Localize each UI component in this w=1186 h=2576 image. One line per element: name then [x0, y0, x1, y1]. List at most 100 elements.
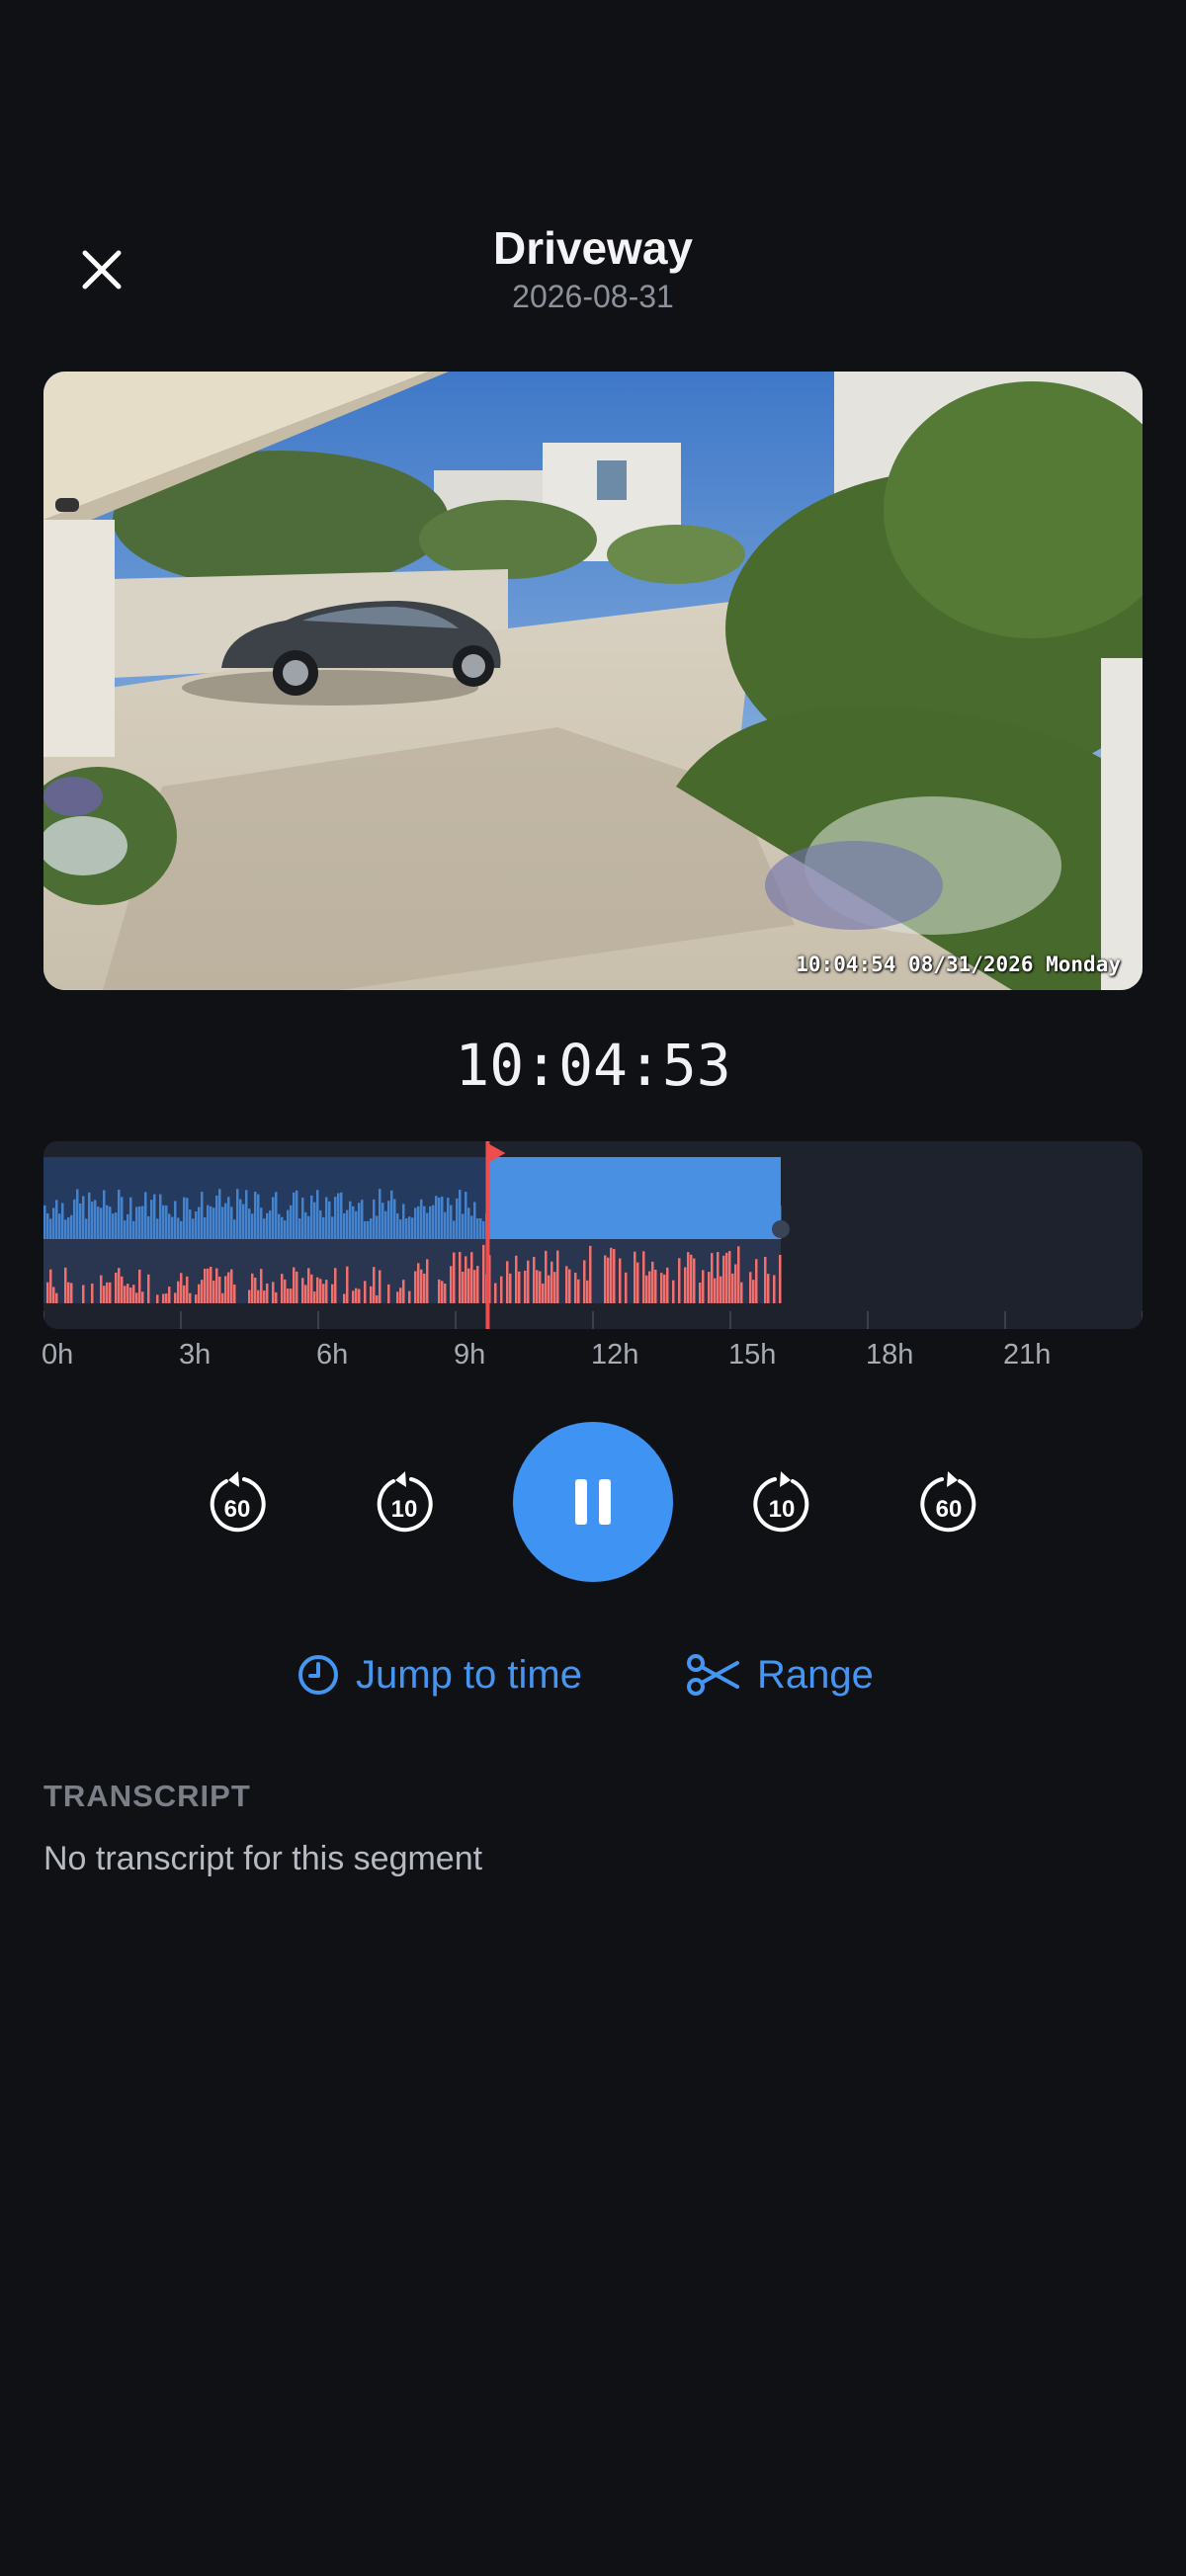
activity-timeline[interactable] [43, 1141, 1143, 1329]
motion-bar [82, 1196, 85, 1239]
motion-bar [417, 1205, 420, 1239]
motion-bar [379, 1189, 381, 1239]
motion-bar [678, 1202, 681, 1239]
forward-10-label: 10 [769, 1496, 796, 1523]
audio-bar [702, 1270, 705, 1303]
pause-button[interactable] [513, 1422, 673, 1582]
rewind-60-button[interactable]: 60 [203, 1467, 272, 1537]
motion-bar [616, 1198, 619, 1239]
audio-bar [132, 1285, 135, 1303]
audio-bar [536, 1270, 539, 1303]
audio-bar [402, 1280, 405, 1303]
audio-bar [281, 1274, 284, 1303]
motion-bar [622, 1189, 625, 1239]
audio-bar [168, 1287, 171, 1303]
motion-bar [218, 1189, 221, 1239]
audio-bar [565, 1266, 568, 1303]
audio-bar [121, 1276, 124, 1303]
motion-bar [260, 1207, 263, 1239]
audio-bar [49, 1269, 52, 1303]
audio-bar [453, 1252, 456, 1303]
motion-bar [129, 1197, 132, 1239]
audio-bar [476, 1266, 479, 1303]
motion-bar [666, 1209, 669, 1239]
motion-bar [708, 1216, 711, 1239]
video-player[interactable]: 10:04:54 08/31/2026 Monday [43, 372, 1143, 990]
audio-bar [551, 1261, 553, 1303]
motion-bar [189, 1209, 192, 1239]
audio-bar [583, 1260, 586, 1303]
audio-bar [55, 1292, 58, 1303]
audio-bar [124, 1286, 127, 1303]
motion-bar [613, 1207, 616, 1239]
audio-bar [304, 1285, 307, 1303]
forward-60-button[interactable]: 60 [914, 1467, 983, 1537]
motion-bar [290, 1205, 293, 1239]
motion-bar [118, 1190, 121, 1239]
audio-bar [654, 1269, 657, 1303]
audio-bar [533, 1257, 536, 1303]
motion-bar [524, 1216, 527, 1239]
audio-bar [408, 1290, 411, 1303]
audio-bar [574, 1272, 577, 1303]
transcript-heading: TRANSCRIPT [43, 1779, 251, 1813]
motion-bar [171, 1216, 174, 1239]
audio-bar [174, 1292, 177, 1303]
audio-bar [470, 1252, 473, 1303]
forward-10-button[interactable]: 10 [747, 1467, 816, 1537]
motion-bar [370, 1218, 373, 1239]
audio-bar [613, 1249, 616, 1303]
motion-bar [586, 1205, 589, 1239]
motion-bar [402, 1204, 405, 1239]
motion-bar [331, 1216, 334, 1239]
motion-bar [186, 1198, 189, 1239]
audio-track-bg [43, 1239, 781, 1303]
motion-bar [405, 1218, 408, 1239]
motion-bar [162, 1205, 165, 1239]
audio-bar [699, 1283, 702, 1303]
motion-bar [675, 1218, 678, 1239]
audio-bar [198, 1284, 201, 1303]
tick-label-21h: 21h [1003, 1339, 1052, 1371]
motion-bar [494, 1216, 497, 1239]
audio-bar [734, 1264, 737, 1303]
forward-60-icon: 60 [920, 1471, 976, 1533]
motion-bar [687, 1196, 690, 1239]
audio-bar [524, 1270, 527, 1303]
audio-bar [645, 1275, 648, 1303]
motion-bar [174, 1201, 177, 1239]
audio-bar [156, 1294, 159, 1303]
motion-bar [503, 1189, 506, 1239]
audio-bar [444, 1283, 447, 1303]
range-button[interactable]: Range [686, 1645, 874, 1704]
audio-bar [207, 1268, 210, 1303]
audio-bar [322, 1284, 325, 1303]
motion-bar [236, 1189, 239, 1239]
audio-bar [301, 1278, 304, 1303]
audio-bar [221, 1292, 224, 1303]
motion-bar [749, 1205, 752, 1239]
audio-bar [129, 1287, 132, 1303]
motion-bar [684, 1205, 687, 1239]
audio-bar [473, 1270, 476, 1303]
audio-bar [109, 1282, 112, 1303]
motion-bar [645, 1220, 648, 1239]
audio-bar [482, 1244, 485, 1303]
motion-bar [254, 1192, 257, 1239]
rewind-10-button[interactable]: 10 [370, 1467, 439, 1537]
audio-bar [355, 1288, 358, 1303]
audio-bar [619, 1258, 622, 1303]
motion-bar [316, 1190, 319, 1239]
tick-label-15h: 15h [728, 1339, 777, 1371]
motion-bar [634, 1194, 636, 1239]
rewind-10-icon: 10 [377, 1471, 433, 1533]
motion-bar [266, 1212, 269, 1239]
motion-bar [396, 1212, 399, 1239]
audio-bar [607, 1257, 610, 1303]
jump-to-time-button[interactable]: Jump to time [296, 1645, 582, 1704]
audio-bar [414, 1271, 417, 1303]
audio-bar [568, 1269, 571, 1303]
audio-bar [539, 1271, 542, 1303]
audio-bar [118, 1268, 121, 1303]
motion-bar [298, 1218, 301, 1239]
